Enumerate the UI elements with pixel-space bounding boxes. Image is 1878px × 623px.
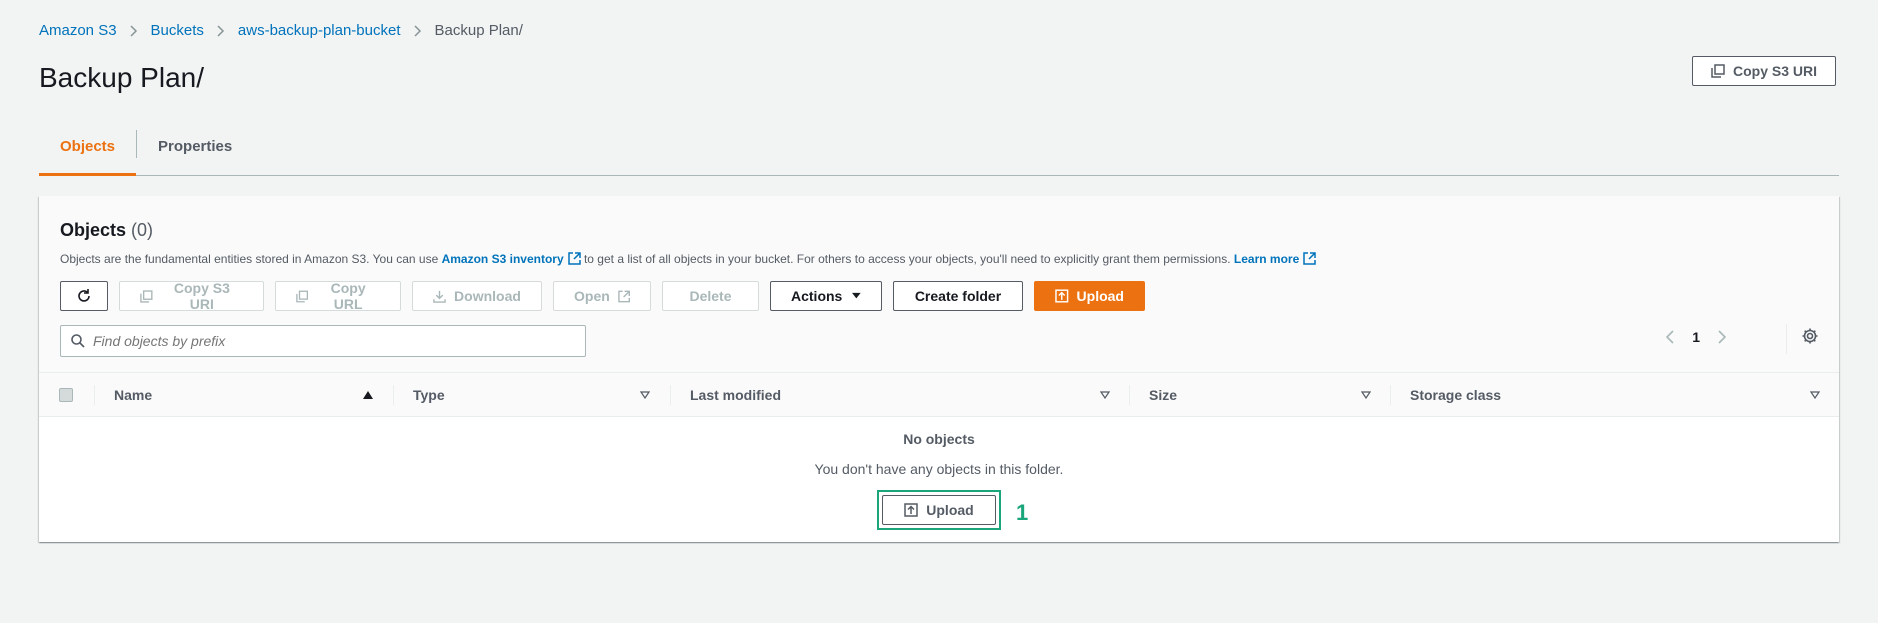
highlight-box: Upload: [877, 490, 1001, 530]
objects-toolbar: Copy S3 URI Copy URL Download Open Delet…: [60, 280, 1145, 312]
objects-table-header: Name Type Last modified Size Storage cla…: [39, 373, 1839, 417]
caret-down-icon: [852, 292, 861, 299]
copy-icon: [296, 290, 309, 302]
column-separator: [393, 385, 394, 405]
page-number[interactable]: 1: [1692, 329, 1700, 345]
column-header-size[interactable]: Size: [1149, 373, 1177, 417]
column-header-type[interactable]: Type: [413, 373, 445, 417]
pager-divider: [1786, 324, 1787, 354]
breadcrumb-buckets[interactable]: Buckets: [151, 22, 204, 39]
tab-objects[interactable]: Objects: [39, 128, 137, 176]
external-link-icon: [567, 252, 581, 265]
sort-icon[interactable]: [1100, 391, 1110, 399]
empty-state-upload-button[interactable]: Upload: [882, 495, 996, 525]
chevron-right-icon[interactable]: [1718, 330, 1727, 344]
open-label: Open: [574, 288, 610, 304]
search-icon: [71, 334, 85, 348]
download-button[interactable]: Download: [412, 281, 542, 311]
sort-icon[interactable]: [1810, 391, 1820, 399]
objects-panel-header: Objects (0) Objects are the fundamental …: [39, 196, 1839, 373]
external-link-icon: [1303, 252, 1317, 265]
s3-inventory-link-label: Amazon S3 inventory: [441, 252, 564, 266]
upload-label: Upload: [1076, 288, 1124, 304]
chevron-right-icon: [204, 22, 238, 39]
column-separator: [1390, 385, 1391, 405]
copy-icon: [1711, 64, 1725, 78]
copy-icon: [140, 289, 153, 303]
sort-ascending-icon[interactable]: [363, 391, 373, 399]
empty-state-upload-label: Upload: [926, 502, 974, 518]
upload-icon: [1055, 289, 1069, 303]
delete-button[interactable]: Delete: [662, 281, 759, 311]
column-separator: [94, 385, 95, 405]
copy-url-button[interactable]: Copy URL: [275, 280, 401, 312]
column-header-storage-class[interactable]: Storage class: [1410, 373, 1501, 417]
empty-state-description: You don't have any objects in this folde…: [814, 461, 1064, 477]
open-button[interactable]: Open: [553, 281, 651, 311]
learn-more-link[interactable]: Learn more: [1233, 252, 1317, 266]
step-annotation: 1: [1016, 500, 1029, 525]
chevron-left-icon[interactable]: [1665, 330, 1674, 344]
copy-url-label: Copy URL: [330, 280, 366, 312]
copy-s3-uri-button[interactable]: Copy S3 URI: [1691, 56, 1836, 86]
objects-desc-text-2: to get a list of all objects in your buc…: [583, 252, 1231, 266]
create-folder-button[interactable]: Create folder: [893, 281, 1023, 311]
actions-dropdown[interactable]: Actions: [770, 281, 882, 311]
column-header-name[interactable]: Name: [114, 373, 152, 417]
objects-desc-text-1: Objects are the fundamental entities sto…: [60, 252, 439, 266]
objects-count: (0): [131, 220, 154, 240]
objects-title-text: Objects: [60, 220, 127, 240]
search-input[interactable]: [93, 333, 573, 349]
objects-panel: Objects (0) Objects are the fundamental …: [39, 196, 1839, 542]
upload-button[interactable]: Upload: [1034, 281, 1145, 311]
actions-label: Actions: [791, 288, 843, 304]
copy-s3-uri-toolbar-button[interactable]: Copy S3 URI: [119, 280, 264, 312]
breadcrumb-amazon-s3[interactable]: Amazon S3: [39, 22, 117, 39]
empty-state-title: No objects: [903, 431, 975, 447]
objects-title: Objects (0): [60, 220, 153, 241]
column-header-last-modified[interactable]: Last modified: [690, 373, 781, 417]
refresh-icon: [78, 289, 90, 302]
page-title: Backup Plan/: [39, 62, 204, 93]
tab-list: Objects Properties: [39, 128, 1839, 176]
chevron-right-icon: [401, 22, 435, 39]
copy-s3-uri-label: Copy S3 URI: [1732, 63, 1817, 79]
select-all-checkbox[interactable]: [59, 388, 73, 402]
upload-icon: [904, 503, 919, 517]
search-field[interactable]: [60, 325, 586, 357]
s3-inventory-link[interactable]: Amazon S3 inventory: [442, 252, 581, 266]
learn-more-label: Learn more: [1233, 252, 1300, 266]
column-separator: [1129, 385, 1130, 405]
sort-icon[interactable]: [1361, 391, 1371, 399]
objects-description: Objects are the fundamental entities sto…: [60, 252, 1317, 266]
breadcrumb-bucket[interactable]: aws-backup-plan-bucket: [238, 22, 401, 39]
breadcrumb: Amazon S3 Buckets aws-backup-plan-bucket…: [39, 22, 523, 39]
external-link-icon: [618, 290, 630, 302]
tab-properties[interactable]: Properties: [137, 128, 253, 176]
copy-s3-uri-toolbar-label: Copy S3 URI: [173, 280, 230, 312]
column-separator: [670, 385, 671, 405]
gear-icon[interactable]: [1801, 327, 1819, 345]
sort-icon[interactable]: [640, 391, 650, 399]
refresh-button[interactable]: [60, 281, 108, 311]
download-label: Download: [454, 288, 521, 304]
chevron-right-icon: [117, 22, 151, 39]
pagination: 1: [1665, 329, 1727, 345]
breadcrumb-current: Backup Plan/: [434, 22, 523, 39]
download-icon: [433, 290, 446, 303]
